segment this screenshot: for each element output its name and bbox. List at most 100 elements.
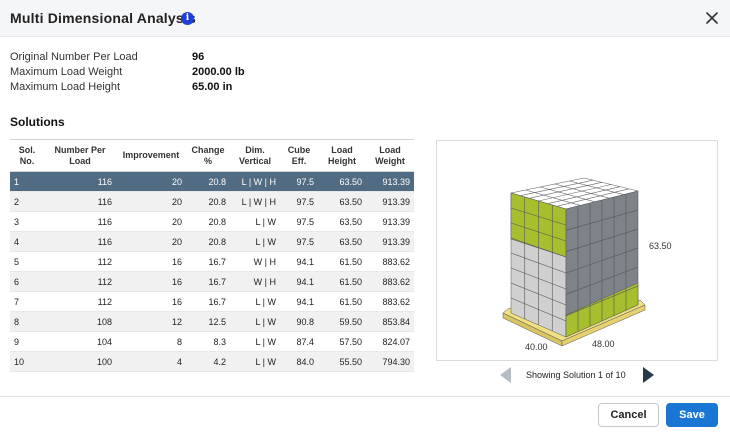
table-cell: 4.2 <box>186 351 230 372</box>
table-cell: 112 <box>44 271 116 292</box>
table-cell: 4 <box>10 231 44 252</box>
length-dimension-label: 40.00 <box>525 342 548 352</box>
column-header[interactable]: Cube Eff. <box>280 139 318 172</box>
table-cell: 12 <box>116 311 186 332</box>
save-button[interactable]: Save <box>666 403 718 427</box>
table-cell: 913.39 <box>366 191 414 212</box>
table-cell: 63.50 <box>318 171 366 192</box>
table-cell: 20 <box>116 171 186 192</box>
table-cell: W | H <box>230 251 280 272</box>
table-cell: 94.1 <box>280 251 318 272</box>
table-header-row: Sol. No. Number Per Load Improvement Chang… <box>10 139 414 172</box>
table-cell: 913.39 <box>366 211 414 232</box>
table-cell: 794.30 <box>366 351 414 372</box>
table-cell: 61.50 <box>318 251 366 272</box>
summary-label: Original Number Per Load <box>10 51 138 63</box>
table-cell: 16.7 <box>186 251 230 272</box>
column-header[interactable]: Load Weight <box>366 139 414 172</box>
table-cell: L | W <box>230 351 280 372</box>
cancel-button[interactable]: Cancel <box>598 403 659 427</box>
table-cell: 824.07 <box>366 331 414 352</box>
table-cell: 97.5 <box>280 231 318 252</box>
table-cell: 6 <box>10 271 44 292</box>
column-header[interactable]: Load Height <box>318 139 366 172</box>
info-icon[interactable]: i <box>181 12 194 25</box>
solutions-heading: Solutions <box>10 115 65 129</box>
table-cell: L | W <box>230 311 280 332</box>
column-header[interactable]: Number Per Load <box>44 139 116 172</box>
table-cell: L | W <box>230 231 280 252</box>
table-cell: 87.4 <box>280 331 318 352</box>
table-cell: 9 <box>10 331 44 352</box>
table-cell: L | W <box>230 291 280 312</box>
table-cell: 20.8 <box>186 211 230 232</box>
close-icon[interactable] <box>703 9 721 27</box>
table-cell: 55.50 <box>318 351 366 372</box>
table-cell: 20.8 <box>186 191 230 212</box>
table-cell: 116 <box>44 211 116 232</box>
table-cell: 57.50 <box>318 331 366 352</box>
table-cell: 883.62 <box>366 251 414 272</box>
table-cell: 20 <box>116 231 186 252</box>
column-header[interactable]: Sol. No. <box>10 139 44 172</box>
summary-label: Maximum Load Height <box>10 81 121 93</box>
table-cell: 883.62 <box>366 291 414 312</box>
table-cell: 8 <box>10 311 44 332</box>
triangle-right-icon[interactable] <box>642 366 656 384</box>
table-cell: 61.50 <box>318 291 366 312</box>
solutions-table: Sol. No. Number Per Load Improvement Chang… <box>10 139 414 372</box>
table-cell: 90.8 <box>280 311 318 332</box>
column-header[interactable]: Improvement <box>116 139 186 172</box>
table-cell: 63.50 <box>318 211 366 232</box>
table-row[interactable]: 5 112 16 16.7 W | H 94.1 61.50 883.62 <box>10 251 414 272</box>
solution-pager: Showing Solution 1 of 10 <box>498 365 658 385</box>
table-cell: 112 <box>44 291 116 312</box>
table-cell: 59.50 <box>318 311 366 332</box>
table-cell: 8.3 <box>186 331 230 352</box>
table-cell: 2 <box>10 191 44 212</box>
table-cell: 883.62 <box>366 271 414 292</box>
table-row[interactable]: 4 116 20 20.8 L | W 97.5 63.50 913.39 <box>10 231 414 252</box>
column-header[interactable]: Change% <box>186 139 230 172</box>
summary-label: Maximum Load Weight <box>10 66 123 78</box>
table-cell: 16 <box>116 271 186 292</box>
summary-value: 65.00 in <box>192 81 233 93</box>
table-cell: 16.7 <box>186 291 230 312</box>
table-cell: 16.7 <box>186 271 230 292</box>
table-cell: L | W <box>230 211 280 232</box>
height-dimension-label: 63.50 <box>649 241 672 251</box>
table-cell: 3 <box>10 211 44 232</box>
table-cell: 853.84 <box>366 311 414 332</box>
table-cell: 12.5 <box>186 311 230 332</box>
table-cell: 10 <box>10 351 44 372</box>
table-row[interactable]: 6 112 16 16.7 W | H 94.1 61.50 883.62 <box>10 271 414 292</box>
table-cell: L | W | H <box>230 171 280 192</box>
table-cell: 108 <box>44 311 116 332</box>
table-cell: 5 <box>10 251 44 272</box>
triangle-left-icon[interactable] <box>498 366 512 384</box>
table-cell: 20.8 <box>186 231 230 252</box>
column-header[interactable]: Dim. Vertical <box>230 139 280 172</box>
summary-value: 96 <box>192 51 205 63</box>
table-cell: 20 <box>116 191 186 212</box>
load-3d-visualization: 63.50 40.00 48.00 <box>436 140 718 361</box>
table-row[interactable]: 7 112 16 16.7 L | W 94.1 61.50 883.62 <box>10 291 414 312</box>
table-cell: 61.50 <box>318 271 366 292</box>
table-cell: 84.0 <box>280 351 318 372</box>
table-cell: L | W <box>230 331 280 352</box>
table-cell: 4 <box>116 351 186 372</box>
table-cell: 913.39 <box>366 231 414 252</box>
table-cell: 16 <box>116 291 186 312</box>
table-cell: 94.1 <box>280 271 318 292</box>
table-cell: 7 <box>10 291 44 312</box>
table-row[interactable]: 10 100 4 4.2 L | W 84.0 55.50 794.30 <box>10 351 414 372</box>
table-cell: 97.5 <box>280 211 318 232</box>
table-row[interactable]: 8 108 12 12.5 L | W 90.8 59.50 853.84 <box>10 311 414 332</box>
table-cell: L | W | H <box>230 191 280 212</box>
summary-value: 2000.00 lb <box>192 66 245 78</box>
table-row[interactable]: 9 104 8 8.3 L | W 87.4 57.50 824.07 <box>10 331 414 352</box>
table-row[interactable]: 2 116 20 20.8 L | W | H 97.5 63.50 913.39 <box>10 191 414 212</box>
table-row[interactable]: 3 116 20 20.8 L | W 97.5 63.50 913.39 <box>10 211 414 232</box>
table-row[interactable]: 1 116 20 20.8 L | W | H 97.5 63.50 913.39 <box>10 171 414 192</box>
table-cell: 116 <box>44 231 116 252</box>
